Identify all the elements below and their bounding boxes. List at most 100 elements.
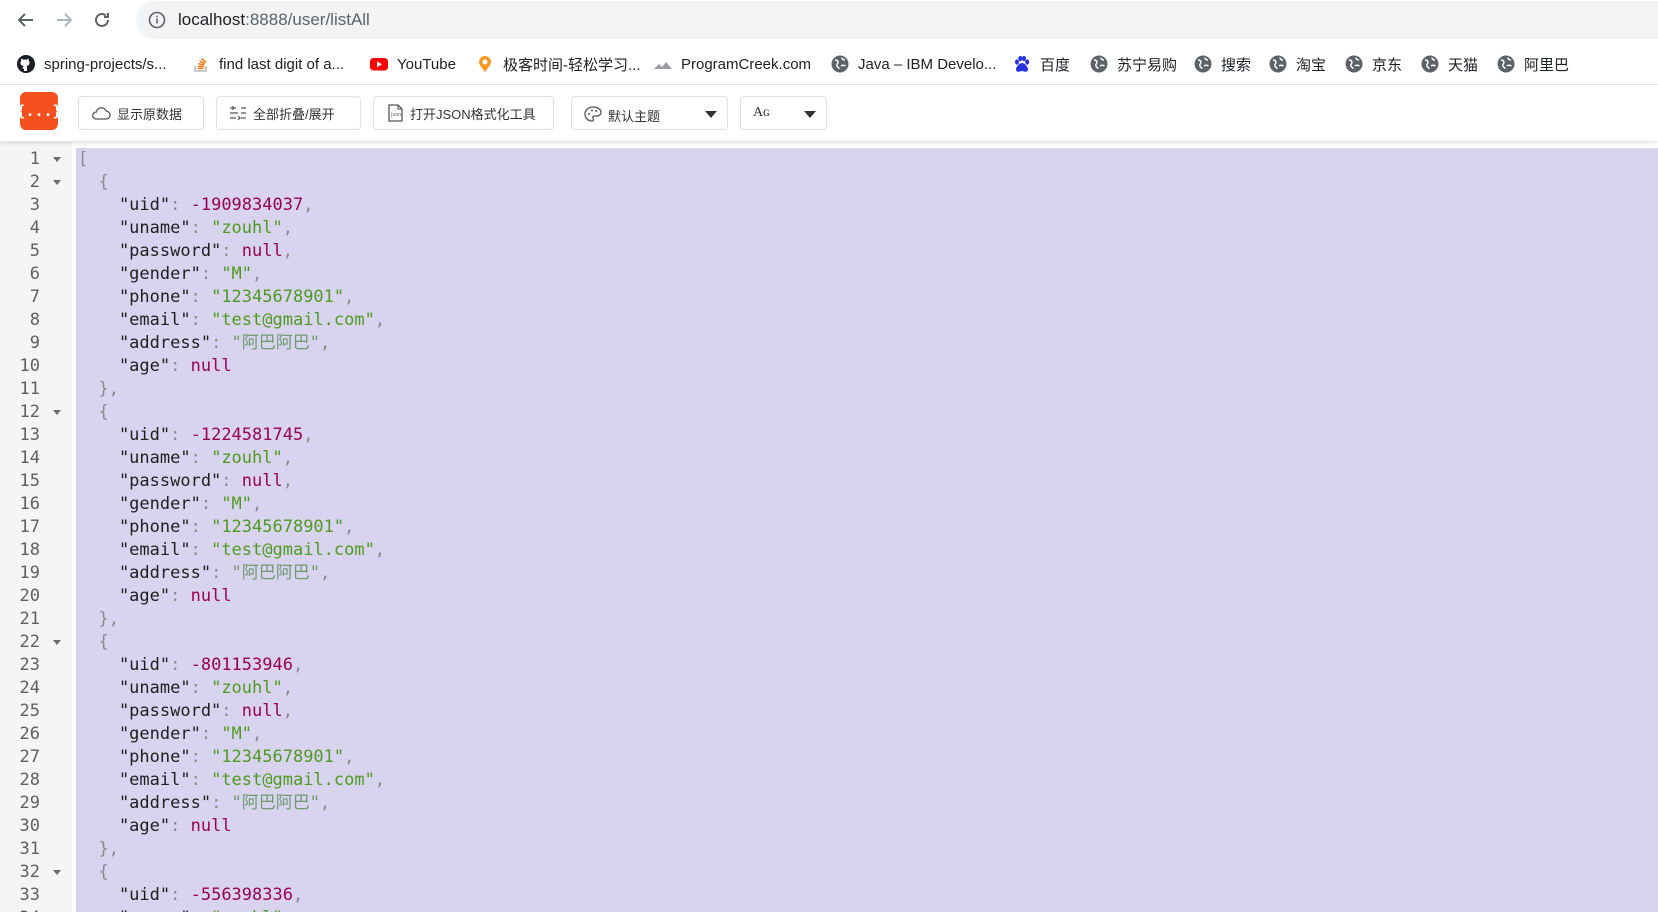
line-number: 14 [19, 448, 40, 468]
code-token: "uid" [78, 655, 171, 675]
bookmark-alibaba[interactable]: 阿里巴 [1496, 52, 1569, 76]
code-line: 13 "uid": -1224581745, [0, 424, 1658, 447]
code-text: "gender": "M", [78, 493, 262, 516]
code-text: "gender": "M", [78, 263, 262, 286]
bookmark-geektime[interactable]: 极客时间-轻松学习... [475, 52, 641, 76]
line-number: 28 [19, 770, 40, 790]
code-line: 21 }, [0, 608, 1658, 631]
line-number: 19 [19, 563, 40, 583]
code-line: 26 "gender": "M", [0, 723, 1658, 746]
fold-toggle-icon[interactable] [53, 410, 61, 415]
code-token: : [191, 908, 211, 912]
code-token: , [374, 540, 386, 560]
code-token: : [170, 425, 191, 445]
code-line: 4 "uname": "zouhl", [0, 217, 1658, 240]
code-text: { [78, 401, 108, 424]
code-token: }, [78, 839, 119, 859]
reload-button[interactable] [88, 6, 116, 34]
code-token: null [241, 471, 283, 491]
line-number: 30 [19, 816, 40, 836]
code-token: : [190, 218, 212, 238]
browser-nav-bar: localhost:8888/user/listAll [0, 0, 1658, 40]
code-token: "test@gmail.com" [211, 310, 375, 330]
code-text: "age": null [78, 355, 232, 378]
code-line: 18 "email": "test@gmail.com", [0, 539, 1658, 562]
line-number: 9 [29, 333, 40, 353]
code-token: , [252, 264, 263, 284]
code-line: 24 "uname": "zouhl", [0, 677, 1658, 700]
code-token: , [292, 655, 304, 675]
json-editor[interactable]: 1[2 {3 "uid": -1909834037, 4 "uname": "zo… [0, 142, 1658, 912]
code-token: "12345678901" [211, 747, 345, 767]
code-text: { [78, 861, 108, 884]
json-file-icon: json [386, 104, 404, 122]
code-token: "gender" [78, 264, 201, 284]
fold-toggle-icon[interactable] [53, 870, 61, 875]
line-number: 1 [29, 149, 40, 169]
bookmark-spring-projects[interactable]: spring-projects/s... [16, 52, 167, 76]
font-size-icon: Aɢ [753, 105, 770, 120]
code-text: "email": "test@gmail.com", [78, 309, 385, 332]
code-line: 15 "password": null, [0, 470, 1658, 493]
code-token: "password" [78, 471, 222, 491]
bookmark-stackoverflow[interactable]: find last digit of a... [191, 52, 344, 76]
forward-button[interactable] [50, 6, 78, 34]
code-token: , [282, 448, 293, 468]
open-json-tool-button[interactable]: json 打开JSON格式化工具 [373, 96, 554, 130]
bookmark-youtube[interactable]: YouTube [369, 52, 456, 76]
fold-toggle-icon[interactable] [53, 157, 61, 162]
back-button[interactable] [12, 6, 40, 34]
code-token: , [292, 885, 304, 905]
code-text: }, [78, 378, 118, 401]
code-token: : [170, 655, 191, 675]
code-text: { [78, 631, 109, 654]
theme-select[interactable]: 默认主题 [571, 96, 728, 130]
code-token: , [344, 747, 355, 767]
line-number: 29 [19, 793, 40, 813]
fold-all-button[interactable]: 全部折叠/展开 [216, 96, 361, 130]
bookmark-suning[interactable]: 苏宁易购 [1089, 52, 1177, 76]
bookmark-jd[interactable]: 京东 [1344, 52, 1402, 76]
address-bar[interactable]: localhost:8888/user/listAll [136, 1, 1658, 39]
fold-toggle-icon[interactable] [53, 180, 61, 185]
bookmark-programcreek[interactable]: ProgramCreek.com [653, 52, 811, 76]
fold-toggle-icon[interactable] [53, 640, 61, 645]
code-text: "phone": "12345678901", [78, 746, 354, 769]
code-token: "age" [78, 586, 171, 606]
json-viewer-logo[interactable]: {...} [16, 92, 62, 130]
code-text: [ [78, 148, 88, 171]
bookmark-search[interactable]: 搜索 [1193, 52, 1251, 76]
chevron-down-icon [705, 111, 717, 118]
code-line: 7 "phone": "12345678901", [0, 286, 1658, 309]
code-token: }, [78, 609, 119, 629]
youtube-icon [369, 54, 389, 74]
code-token: "address" [78, 333, 212, 353]
code-token: , [374, 310, 386, 330]
font-size-select[interactable]: Aɢ [740, 96, 827, 130]
code-token: , [252, 724, 263, 744]
code-token: "uname" [78, 678, 191, 698]
code-text: "uname": "zouhl", [78, 447, 293, 470]
reload-icon [95, 12, 109, 27]
code-token: : [190, 448, 212, 468]
code-token: "12345678901" [211, 287, 345, 307]
code-token: : [170, 885, 191, 905]
globe-icon [1193, 54, 1213, 74]
bookmark-label: 搜索 [1221, 56, 1252, 74]
show-raw-button[interactable]: 显示原数据 [78, 96, 204, 130]
bookmark-ibm-developer[interactable]: Java – IBM Develo... [830, 52, 996, 76]
code-token: { [78, 632, 109, 652]
site-info-icon[interactable] [148, 11, 166, 34]
code-token: , [374, 770, 386, 790]
code-token: "zouhl" [211, 218, 283, 238]
bookmark-taobao[interactable]: 淘宝 [1268, 52, 1326, 76]
code-token: : [211, 333, 232, 353]
line-number: 34 [0, 907, 40, 912]
bookmark-baidu[interactable]: 百度 [1012, 52, 1070, 76]
line-number: 10 [19, 356, 40, 376]
code-token: "uname" [78, 448, 191, 468]
bookmark-tmall[interactable]: 天猫 [1420, 52, 1478, 76]
code-token: : [221, 701, 242, 721]
code-text: "uname": "zouhl", [78, 677, 293, 700]
globe-icon [1089, 54, 1109, 74]
